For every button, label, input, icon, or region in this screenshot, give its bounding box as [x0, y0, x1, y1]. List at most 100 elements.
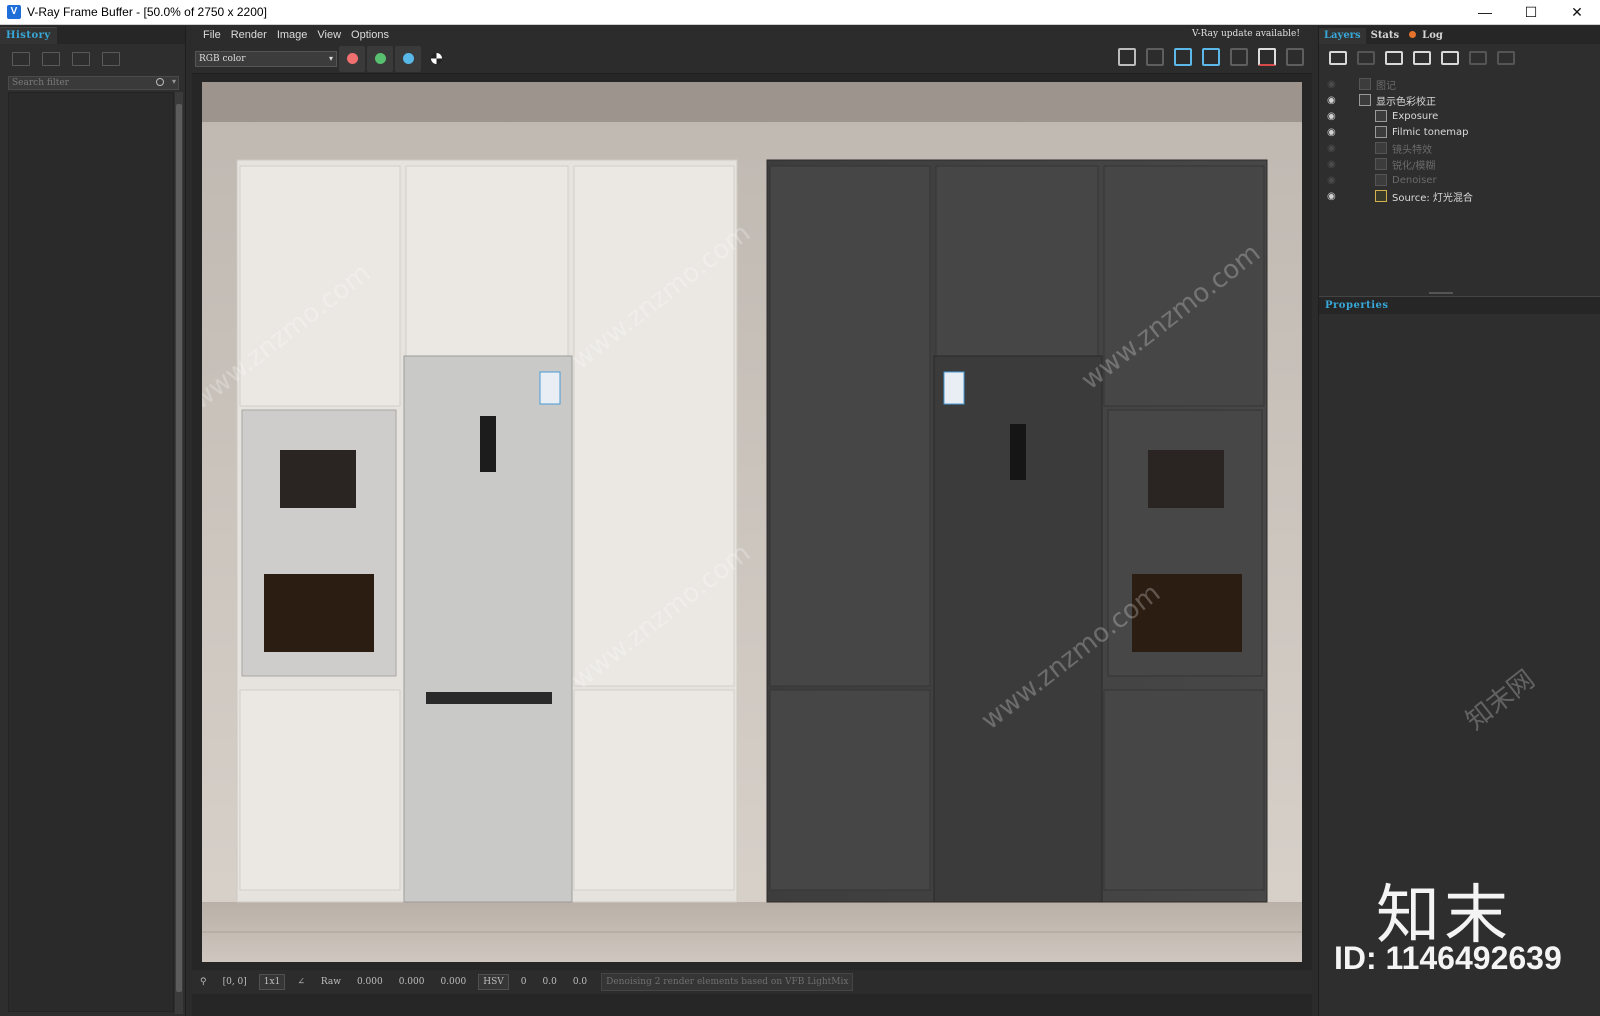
- layer-row[interactable]: ◉ Denoiser: [1323, 172, 1599, 188]
- tab-history[interactable]: History: [0, 27, 57, 44]
- scroll-thumb[interactable]: [176, 104, 182, 992]
- close-button[interactable]: ✕: [1554, 0, 1600, 25]
- history-scrollbar[interactable]: [175, 92, 183, 1014]
- right-tab-strip: Layers Stats Log: [1319, 26, 1600, 44]
- eye-icon[interactable]: ◉: [1327, 175, 1341, 186]
- clear-image-icon[interactable]: [1146, 48, 1164, 66]
- zoom-select[interactable]: 1x1: [258, 974, 286, 990]
- update-notice[interactable]: V-Ray update available!: [1192, 29, 1300, 39]
- layer-row[interactable]: ◉ 锐化/模糊: [1323, 156, 1599, 172]
- layer-row[interactable]: ◉ 显示色彩校正: [1323, 92, 1599, 108]
- value-b: 0.000: [440, 977, 467, 987]
- window-title: V-Ray Frame Buffer - [50.0% of 2750 x 22…: [27, 5, 267, 19]
- undo-icon[interactable]: [1469, 51, 1487, 65]
- eye-icon[interactable]: ◉: [1327, 159, 1341, 170]
- save-to-history-icon[interactable]: [12, 52, 30, 66]
- layer-label: 锐化/模糊: [1392, 160, 1436, 172]
- menu-file[interactable]: File: [198, 29, 226, 41]
- history-search-input[interactable]: Search filter ▾: [8, 76, 179, 90]
- frame-buffer-area: File Render Image View Options V-Ray upd…: [192, 26, 1312, 1016]
- value-r: 0.000: [356, 977, 383, 987]
- green-channel-button[interactable]: [367, 45, 393, 72]
- color-mode-select[interactable]: HSV: [478, 974, 509, 990]
- render-tools: [1118, 48, 1304, 66]
- layer-row[interactable]: ◉ 镜头特效: [1323, 140, 1599, 156]
- redo-icon[interactable]: [1497, 51, 1515, 65]
- layer-row[interactable]: ◉ 图记: [1323, 76, 1599, 92]
- panel-splitter[interactable]: [1429, 292, 1453, 294]
- chevron-down-icon[interactable]: ▾: [172, 77, 176, 86]
- log-alert-icon: [1409, 31, 1417, 38]
- search-placeholder: Search filter: [12, 78, 69, 88]
- denoiser-icon: [1375, 174, 1387, 186]
- green-dot-icon: [374, 53, 386, 64]
- track-mouse-icon[interactable]: [1202, 48, 1220, 66]
- save-image-icon[interactable]: [1118, 48, 1136, 66]
- status-bar: ⚲ [0, 0] 1x1 ∠ Raw 0.000 0.000 0.000 HSV…: [192, 970, 1312, 994]
- menu-render[interactable]: Render: [226, 29, 272, 41]
- value-g: 0.000: [398, 977, 425, 987]
- sharpen-blur-icon: [1375, 158, 1387, 170]
- tab-layers[interactable]: Layers: [1319, 28, 1366, 44]
- lightmix-source-icon: [1375, 190, 1387, 202]
- red-channel-button[interactable]: [339, 45, 365, 72]
- remove-history-icon[interactable]: [102, 52, 120, 66]
- blue-dot-icon: [402, 53, 414, 64]
- load-layers-icon[interactable]: [1413, 51, 1431, 65]
- history-list[interactable]: [8, 92, 174, 1012]
- stop-render-icon[interactable]: [1230, 48, 1248, 66]
- layer-label: 图记: [1376, 80, 1396, 92]
- pixel-lock-icon[interactable]: ⚲: [192, 977, 215, 987]
- red-dot-icon: [346, 53, 358, 64]
- eye-icon[interactable]: ◉: [1327, 143, 1341, 154]
- load-history-icon[interactable]: [72, 52, 90, 66]
- value-s: 0.0: [542, 977, 557, 987]
- layer-label: 镜头特效: [1392, 144, 1432, 156]
- eye-icon[interactable]: ◉: [1327, 111, 1341, 122]
- layer-list-icon[interactable]: [1441, 51, 1459, 65]
- menu-image[interactable]: Image: [272, 29, 313, 41]
- lens-effects-icon: [1375, 142, 1387, 154]
- maximize-button[interactable]: ☐: [1508, 0, 1554, 25]
- render-viewport[interactable]: www.znzmo.com www.znzmo.com www.znzmo.co…: [202, 82, 1302, 962]
- curve-icon[interactable]: ∠: [289, 977, 313, 987]
- blue-channel-button[interactable]: [395, 45, 421, 72]
- interactive-render-icon[interactable]: [1286, 48, 1304, 66]
- render-icon[interactable]: [1258, 48, 1276, 66]
- display-correction-icon: [1359, 94, 1371, 106]
- eye-icon[interactable]: ◉: [1327, 95, 1341, 106]
- ab-compare-icon[interactable]: [42, 52, 60, 66]
- layer-label: 显示色彩校正: [1376, 96, 1436, 108]
- rendered-image: [202, 82, 1302, 962]
- layers-toolbar: [1319, 44, 1600, 72]
- save-layers-icon[interactable]: [1385, 51, 1403, 65]
- mono-channel-button[interactable]: [423, 46, 449, 72]
- properties-header: Properties: [1319, 296, 1600, 314]
- layer-row[interactable]: ◉ Exposure: [1323, 108, 1599, 124]
- eye-icon[interactable]: ◉: [1327, 127, 1341, 138]
- mono-dot-icon: [430, 53, 442, 64]
- layer-row[interactable]: ◉ Source: 灯光混合: [1323, 188, 1599, 204]
- history-panel: History Search filter ▾: [0, 26, 186, 1016]
- remove-layer-icon[interactable]: [1357, 51, 1375, 65]
- add-layer-icon[interactable]: [1329, 51, 1347, 65]
- channel-select[interactable]: RGB color ▾: [195, 50, 337, 67]
- layer-label: Denoiser: [1392, 174, 1437, 186]
- brand-id-watermark: ID: 1146492639: [1334, 940, 1562, 976]
- eye-icon[interactable]: ◉: [1327, 79, 1341, 90]
- minimize-button[interactable]: —: [1462, 0, 1508, 25]
- tab-log[interactable]: Log: [1404, 28, 1448, 44]
- menu-bar: File Render Image View Options V-Ray upd…: [192, 26, 1312, 44]
- menu-view[interactable]: View: [312, 29, 346, 41]
- layer-row[interactable]: ◉ Filmic tonemap: [1323, 124, 1599, 140]
- eye-icon[interactable]: ◉: [1327, 191, 1341, 202]
- raw-toggle[interactable]: Raw: [313, 977, 349, 987]
- search-icon[interactable]: [156, 78, 164, 86]
- value-v: 0.0: [572, 977, 588, 987]
- region-render-icon[interactable]: [1174, 48, 1192, 66]
- tab-stats[interactable]: Stats: [1366, 28, 1405, 44]
- pixel-coords: [0, 0]: [222, 977, 247, 987]
- menu-options[interactable]: Options: [346, 29, 394, 41]
- channel-toolbar: RGB color ▾: [192, 44, 1312, 74]
- properties-label: Properties: [1325, 300, 1389, 311]
